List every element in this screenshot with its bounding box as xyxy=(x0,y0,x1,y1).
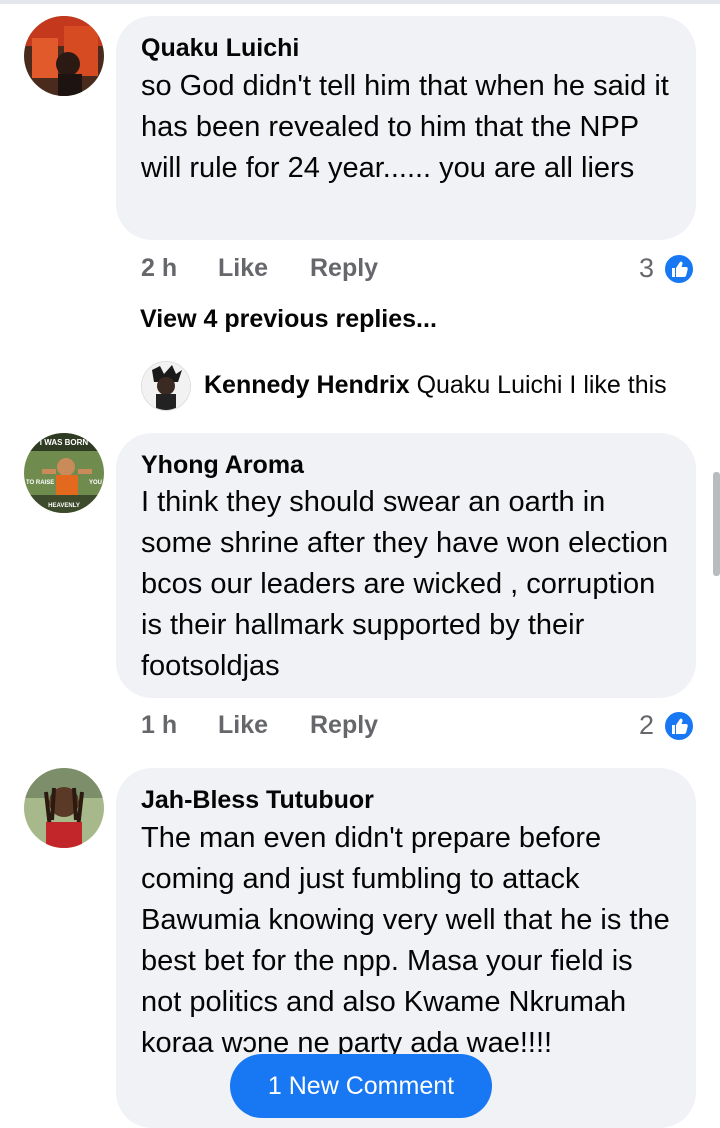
reply-text: Quaku Luichi I like this xyxy=(416,371,667,399)
reaction-count[interactable]: 3 xyxy=(639,253,654,284)
avatar-quaku-luichi[interactable] xyxy=(24,16,104,96)
avatar-jah-bless-tutubuor[interactable] xyxy=(24,768,104,848)
avatar-kennedy-hendrix[interactable] xyxy=(141,361,191,411)
avatar-photo xyxy=(24,16,104,96)
scrollbar[interactable] xyxy=(713,472,720,576)
avatar-yhong-aroma[interactable]: I WAS BORN TO RAISE YOU HEAVENLY xyxy=(24,433,104,513)
comment-timestamp[interactable]: 2 h xyxy=(141,254,177,283)
avatar-caption-bottom: HEAVENLY xyxy=(48,503,80,509)
comment-timestamp[interactable]: 1 h xyxy=(141,711,177,740)
reaction-count[interactable]: 2 xyxy=(639,710,654,741)
reply-author[interactable]: Kennedy Hendrix xyxy=(204,371,410,399)
comment-author[interactable]: Quaku Luichi xyxy=(141,34,299,63)
avatar-photo xyxy=(24,768,104,848)
avatar-photo xyxy=(142,362,190,410)
comment-author[interactable]: Jah-Bless Tutubuor xyxy=(141,786,374,815)
view-previous-replies-link[interactable]: View 4 previous replies... xyxy=(140,305,437,334)
avatar-caption-top: I WAS BORN xyxy=(40,438,89,447)
comment-author[interactable]: Yhong Aroma xyxy=(141,451,304,480)
avatar-photo: I WAS BORN TO RAISE YOU HEAVENLY xyxy=(24,433,104,513)
thumbs-up-icon[interactable] xyxy=(663,253,695,285)
top-divider xyxy=(0,0,720,4)
thumbs-up-icon[interactable] xyxy=(663,710,695,742)
reply-button[interactable]: Reply xyxy=(310,711,378,740)
comment-text: The man even didn't prepare before comin… xyxy=(141,822,670,1059)
avatar-caption-right: YOU xyxy=(89,480,102,486)
like-button[interactable]: Like xyxy=(218,711,268,740)
comment-text: so God didn't tell him that when he said… xyxy=(141,70,669,184)
avatar-caption-left: TO RAISE xyxy=(26,480,54,486)
comment-text: I think they should swear an oarth in so… xyxy=(141,486,669,682)
reply-line: Kennedy Hendrix Quaku Luichi I like this xyxy=(204,371,667,400)
like-button[interactable]: Like xyxy=(218,254,268,283)
reply-button[interactable]: Reply xyxy=(310,254,378,283)
new-comment-button[interactable]: 1 New Comment xyxy=(230,1054,492,1118)
